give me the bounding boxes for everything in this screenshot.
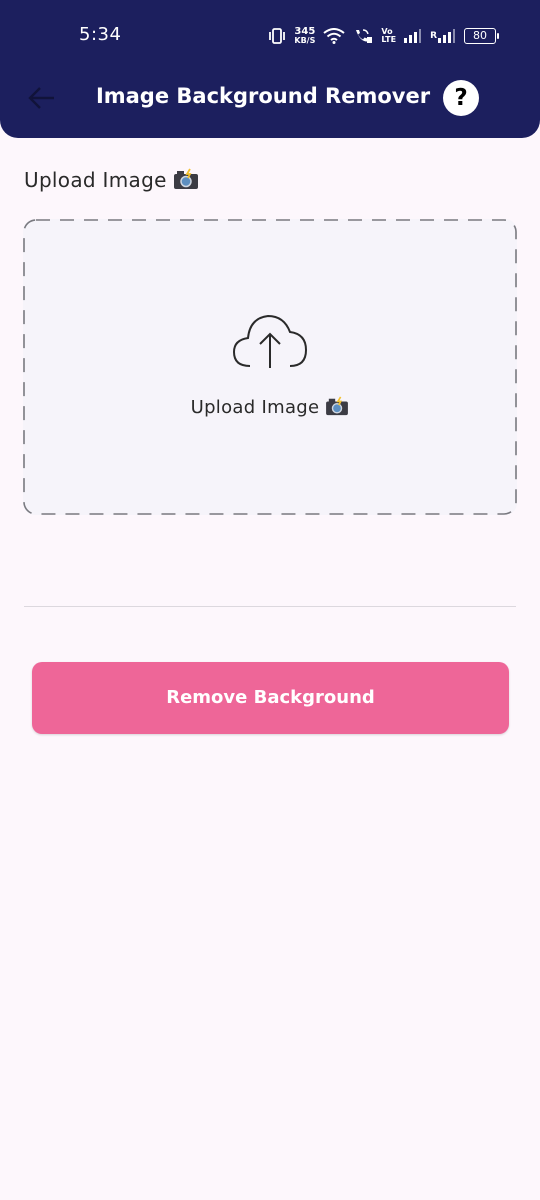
volte-indicator: Vo LTE bbox=[381, 28, 396, 44]
roaming-signal-icon: R bbox=[430, 29, 456, 43]
network-speed-value: 345 bbox=[294, 26, 316, 37]
vibrate-icon bbox=[268, 28, 286, 44]
upload-section-label-text: Upload Image bbox=[24, 168, 167, 192]
roaming-indicator: R bbox=[430, 31, 437, 41]
network-speed: 345 KB/S bbox=[294, 26, 316, 46]
upload-box-label-text: Upload Image bbox=[190, 397, 320, 418]
divider bbox=[24, 606, 516, 607]
status-time: 5:34 bbox=[79, 24, 122, 45]
cloud-upload-icon bbox=[232, 310, 308, 374]
help-button[interactable]: ? bbox=[443, 80, 479, 116]
volte-line-2: LTE bbox=[381, 35, 397, 44]
app-bar: 5:34 345 KB/S Vo LTE R 80 Image Backgrou… bbox=[0, 0, 540, 138]
wifi-icon bbox=[323, 28, 345, 44]
signal-icon bbox=[404, 29, 422, 43]
status-icons: 345 KB/S Vo LTE R 80 bbox=[268, 25, 499, 47]
camera-flash-icon bbox=[173, 168, 199, 195]
remove-background-button[interactable]: Remove Background bbox=[32, 662, 509, 734]
network-speed-unit: KB/S bbox=[294, 36, 316, 45]
battery-icon: 80 bbox=[464, 28, 499, 44]
upload-section-label: Upload Image bbox=[24, 168, 199, 195]
wifi-calling-icon bbox=[353, 28, 373, 44]
upload-box-label: Upload Image bbox=[0, 396, 540, 421]
camera-flash-icon bbox=[325, 396, 349, 421]
